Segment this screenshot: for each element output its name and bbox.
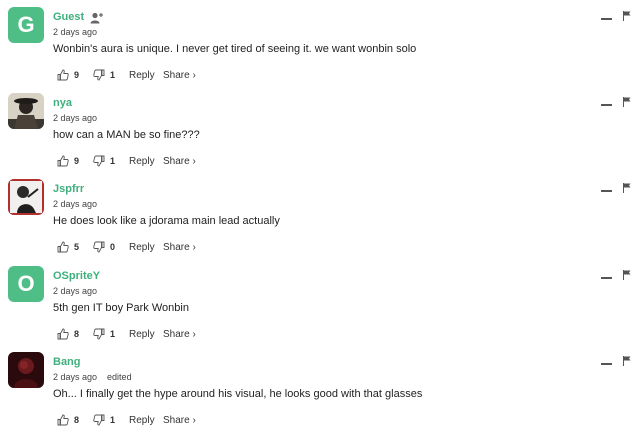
collapse-icon[interactable]: [601, 363, 612, 365]
comment-header: Bang: [53, 354, 81, 370]
username[interactable]: OSpriteY: [53, 270, 100, 282]
username[interactable]: nya: [53, 97, 72, 109]
avatar[interactable]: [8, 179, 44, 215]
flag-icon[interactable]: [623, 270, 631, 280]
comment-actions: 5 0 Reply Share ›: [57, 239, 196, 255]
thumbs-down-icon: [93, 155, 105, 167]
comment-actions: 9 1 Reply Share ›: [57, 67, 196, 83]
reply-button[interactable]: Reply: [129, 415, 163, 426]
timestamp: 2 days ago: [53, 113, 98, 123]
username[interactable]: Guest: [53, 11, 84, 23]
thumbs-up-icon: [57, 328, 69, 340]
username[interactable]: Bang: [53, 356, 81, 368]
reply-button[interactable]: Reply: [129, 156, 163, 167]
timestamp: 2 days ago: [53, 27, 98, 37]
upvote-count: 9: [74, 70, 80, 80]
timestamp: 2 days ago: [53, 199, 98, 209]
thumbs-down-icon: [93, 69, 105, 81]
downvote-count: 1: [110, 156, 116, 166]
comment-text: Wonbin's aura is unique. I never get tir…: [53, 43, 417, 55]
thumbs-up-icon: [57, 241, 69, 253]
comment-header: Guest: [53, 9, 104, 25]
share-button[interactable]: Share ›: [163, 156, 196, 167]
avatar[interactable]: [8, 352, 44, 388]
comment-actions: 8 1 Reply Share ›: [57, 326, 196, 342]
downvote-button[interactable]: 1: [93, 155, 129, 167]
share-button[interactable]: Share ›: [163, 242, 196, 253]
comment-item: Bang 2 days ago edited Oh... I finally g…: [0, 350, 640, 436]
comment-text: He does look like a jdorama main lead ac…: [53, 215, 280, 227]
avatar[interactable]: G: [8, 7, 44, 43]
comment-text: how can a MAN be so fine???: [53, 129, 200, 141]
reply-button[interactable]: Reply: [129, 329, 163, 340]
downvote-button[interactable]: 0: [93, 241, 129, 253]
collapse-icon[interactable]: [601, 190, 612, 192]
comment-meta: 2 days ago: [53, 113, 97, 123]
avatar[interactable]: [8, 93, 44, 129]
comment-header: OSpriteY: [53, 268, 100, 284]
comment-item: G Guest 2 days ago Wonbin's aura is uniq…: [0, 5, 640, 91]
comment-text: 5th gen IT boy Park Wonbin: [53, 302, 189, 314]
flag-icon[interactable]: [623, 356, 631, 366]
upvote-button[interactable]: 8: [57, 414, 93, 426]
upvote-button[interactable]: 8: [57, 328, 93, 340]
thumbs-down-icon: [93, 414, 105, 426]
flag-icon[interactable]: [623, 11, 631, 21]
upvote-count: 8: [74, 415, 80, 425]
comment-item: Jspfrr 2 days ago He does look like a jd…: [0, 177, 640, 263]
share-button[interactable]: Share ›: [163, 70, 196, 81]
share-button[interactable]: Share ›: [163, 415, 196, 426]
thumbs-down-icon: [93, 241, 105, 253]
upvote-count: 9: [74, 156, 80, 166]
comment-header: Jspfrr: [53, 181, 84, 197]
collapse-icon[interactable]: [601, 277, 612, 279]
upvote-button[interactable]: 9: [57, 69, 93, 81]
upvote-button[interactable]: 9: [57, 155, 93, 167]
username[interactable]: Jspfrr: [53, 183, 84, 195]
flag-icon[interactable]: [623, 183, 631, 193]
collapse-icon[interactable]: [601, 104, 612, 106]
avatar[interactable]: O: [8, 266, 44, 302]
comment-list: G Guest 2 days ago Wonbin's aura is uniq…: [0, 0, 640, 431]
downvote-count: 0: [110, 242, 116, 252]
thumbs-up-icon: [57, 155, 69, 167]
comment-header: nya: [53, 95, 72, 111]
comment-meta: 2 days ago: [53, 27, 97, 37]
upvote-count: 8: [74, 329, 80, 339]
comment-item: O OSpriteY 2 days ago 5th gen IT boy Par…: [0, 264, 640, 350]
downvote-count: 1: [110, 329, 116, 339]
thumbs-up-icon: [57, 69, 69, 81]
comment-meta: 2 days ago: [53, 286, 97, 296]
comment-text: Oh... I finally get the hype around his …: [53, 388, 423, 400]
upvote-button[interactable]: 5: [57, 241, 93, 253]
timestamp: 2 days ago: [53, 372, 98, 382]
comment-meta: 2 days ago edited: [53, 372, 132, 382]
comment-meta: 2 days ago: [53, 199, 97, 209]
reply-button[interactable]: Reply: [129, 70, 163, 81]
share-button[interactable]: Share ›: [163, 329, 196, 340]
comment-item: nya 2 days ago how can a MAN be so fine?…: [0, 91, 640, 177]
comment-actions: 9 1 Reply Share ›: [57, 153, 196, 169]
reply-button[interactable]: Reply: [129, 242, 163, 253]
downvote-count: 1: [110, 415, 116, 425]
thumbs-up-icon: [57, 414, 69, 426]
downvote-button[interactable]: 1: [93, 414, 129, 426]
upvote-count: 5: [74, 242, 80, 252]
edited-label: edited: [107, 372, 132, 382]
downvote-button[interactable]: 1: [93, 69, 129, 81]
downvote-button[interactable]: 1: [93, 328, 129, 340]
comment-actions: 8 1 Reply Share ›: [57, 412, 196, 428]
timestamp: 2 days ago: [53, 286, 98, 296]
add-user-icon: [90, 11, 104, 24]
downvote-count: 1: [110, 70, 116, 80]
flag-icon[interactable]: [623, 97, 631, 107]
thumbs-down-icon: [93, 328, 105, 340]
collapse-icon[interactable]: [601, 18, 612, 20]
